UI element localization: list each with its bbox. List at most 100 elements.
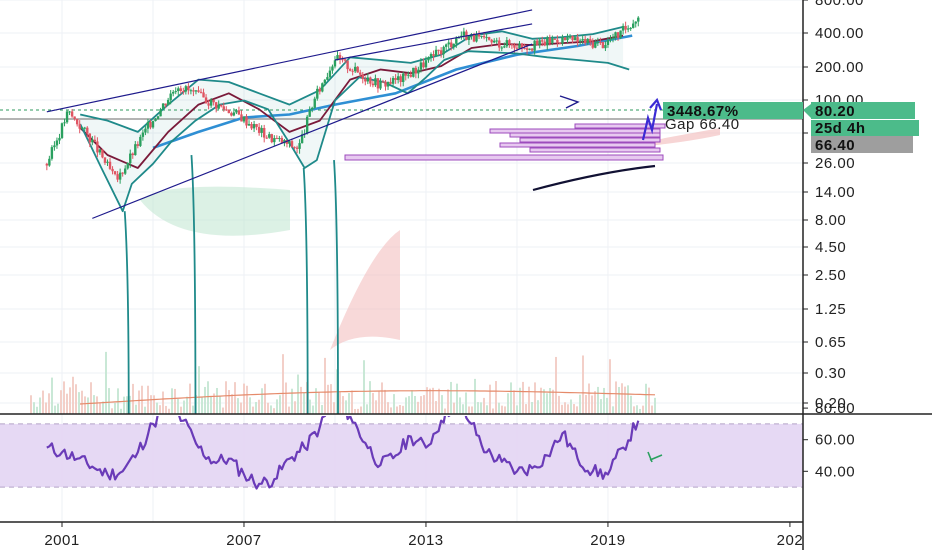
candle-body [225,109,228,111]
volume-bar [240,402,242,414]
volume-bar [393,394,395,414]
candle-body [429,54,433,58]
candle-body [298,143,301,149]
candle-body [513,44,516,48]
candle-body [265,137,268,139]
volume-bar [543,389,545,414]
candle-body [111,168,114,172]
candle-body [250,123,253,129]
time-axis[interactable]: 2001 2007 2013 2019 202 [44,522,803,549]
candle-body [589,38,592,42]
candle-body [88,133,92,143]
candle-body [209,99,213,106]
volume-bar [333,402,335,414]
volume-bar [624,386,626,414]
candle-body [247,123,251,126]
volume-bar [108,388,110,414]
candle-body [346,60,349,70]
volume-bar [168,408,170,414]
candle-body [351,70,354,72]
volume-bar [552,389,554,414]
volume-bar [447,389,449,414]
volume-bar [459,397,461,414]
candle-body [295,147,299,149]
volume-bar [57,403,59,414]
candle-body [571,35,574,41]
volume-bar [192,405,194,414]
volume-bar [201,397,203,414]
candle-body [485,37,488,39]
candle-body [576,37,579,42]
volume-bar [516,405,518,414]
candle-body [505,40,509,47]
candle-body [381,81,385,83]
volume-bar [75,384,77,414]
volume-bar [555,356,557,414]
candle-body [182,91,185,93]
candle-body [568,35,572,38]
candle-body [404,73,407,76]
volume-bar [396,406,398,414]
candle-body [242,116,246,122]
candle-body [510,44,514,46]
candle-body [199,91,203,93]
candle-body [53,145,56,148]
volume-bar [63,381,65,414]
candle-body [204,97,208,104]
volume-bar [162,391,164,414]
candle-body [541,40,544,42]
volume-bar [330,384,332,414]
candle-body [493,40,496,43]
rsi-axis-tick-label: 80.00 [815,400,855,417]
rsi-axis[interactable]: 80.00 60.00 40.00 [803,400,855,480]
volume-bar [573,404,575,414]
volume-bar [171,388,173,414]
candle-body [68,111,71,113]
volume-bar [411,390,413,414]
candle-body [525,48,529,50]
volume-bar [399,404,401,414]
candle-body [45,163,49,166]
candle-body [543,41,546,46]
candle-body [129,153,132,164]
candle-body [240,114,243,122]
volume-bar [504,406,506,414]
candle-body [379,81,382,89]
volume-bar [507,393,509,414]
candle-body [594,42,597,48]
candle-body [156,116,160,119]
volume-bar [264,383,266,414]
candle-body [101,149,104,158]
volume-bar [231,394,233,414]
candle-body [503,46,506,48]
volume-bar [462,404,464,414]
zone-rect [529,147,661,153]
candle-body [632,23,635,28]
price-axis[interactable]: 800.00400.00200.00100.0052.0026.0014.008… [803,0,864,412]
volume-bar [138,390,140,414]
volume-bar [357,408,359,414]
candle-body [126,163,129,169]
volume-bar [36,406,38,414]
volume-bar [618,386,620,414]
zone-rect [344,154,664,161]
candle-body [161,103,165,110]
volume-bar [327,384,329,414]
volume-bar [378,391,380,414]
volume-bar [588,383,590,414]
candle-body [98,149,102,153]
candle-body [371,83,375,86]
volume-bar [465,392,467,414]
volume-bar [105,351,107,414]
candle-body [348,69,352,71]
candle-body [177,88,180,92]
candle-body [366,77,370,82]
zone-rect [509,132,661,138]
candle-body [308,109,311,117]
candle-body [149,121,152,128]
volume-bar [324,357,326,414]
volume-bar [597,386,599,414]
candle-body [179,88,182,92]
volume-bar [513,390,515,414]
candle-body [159,109,162,117]
